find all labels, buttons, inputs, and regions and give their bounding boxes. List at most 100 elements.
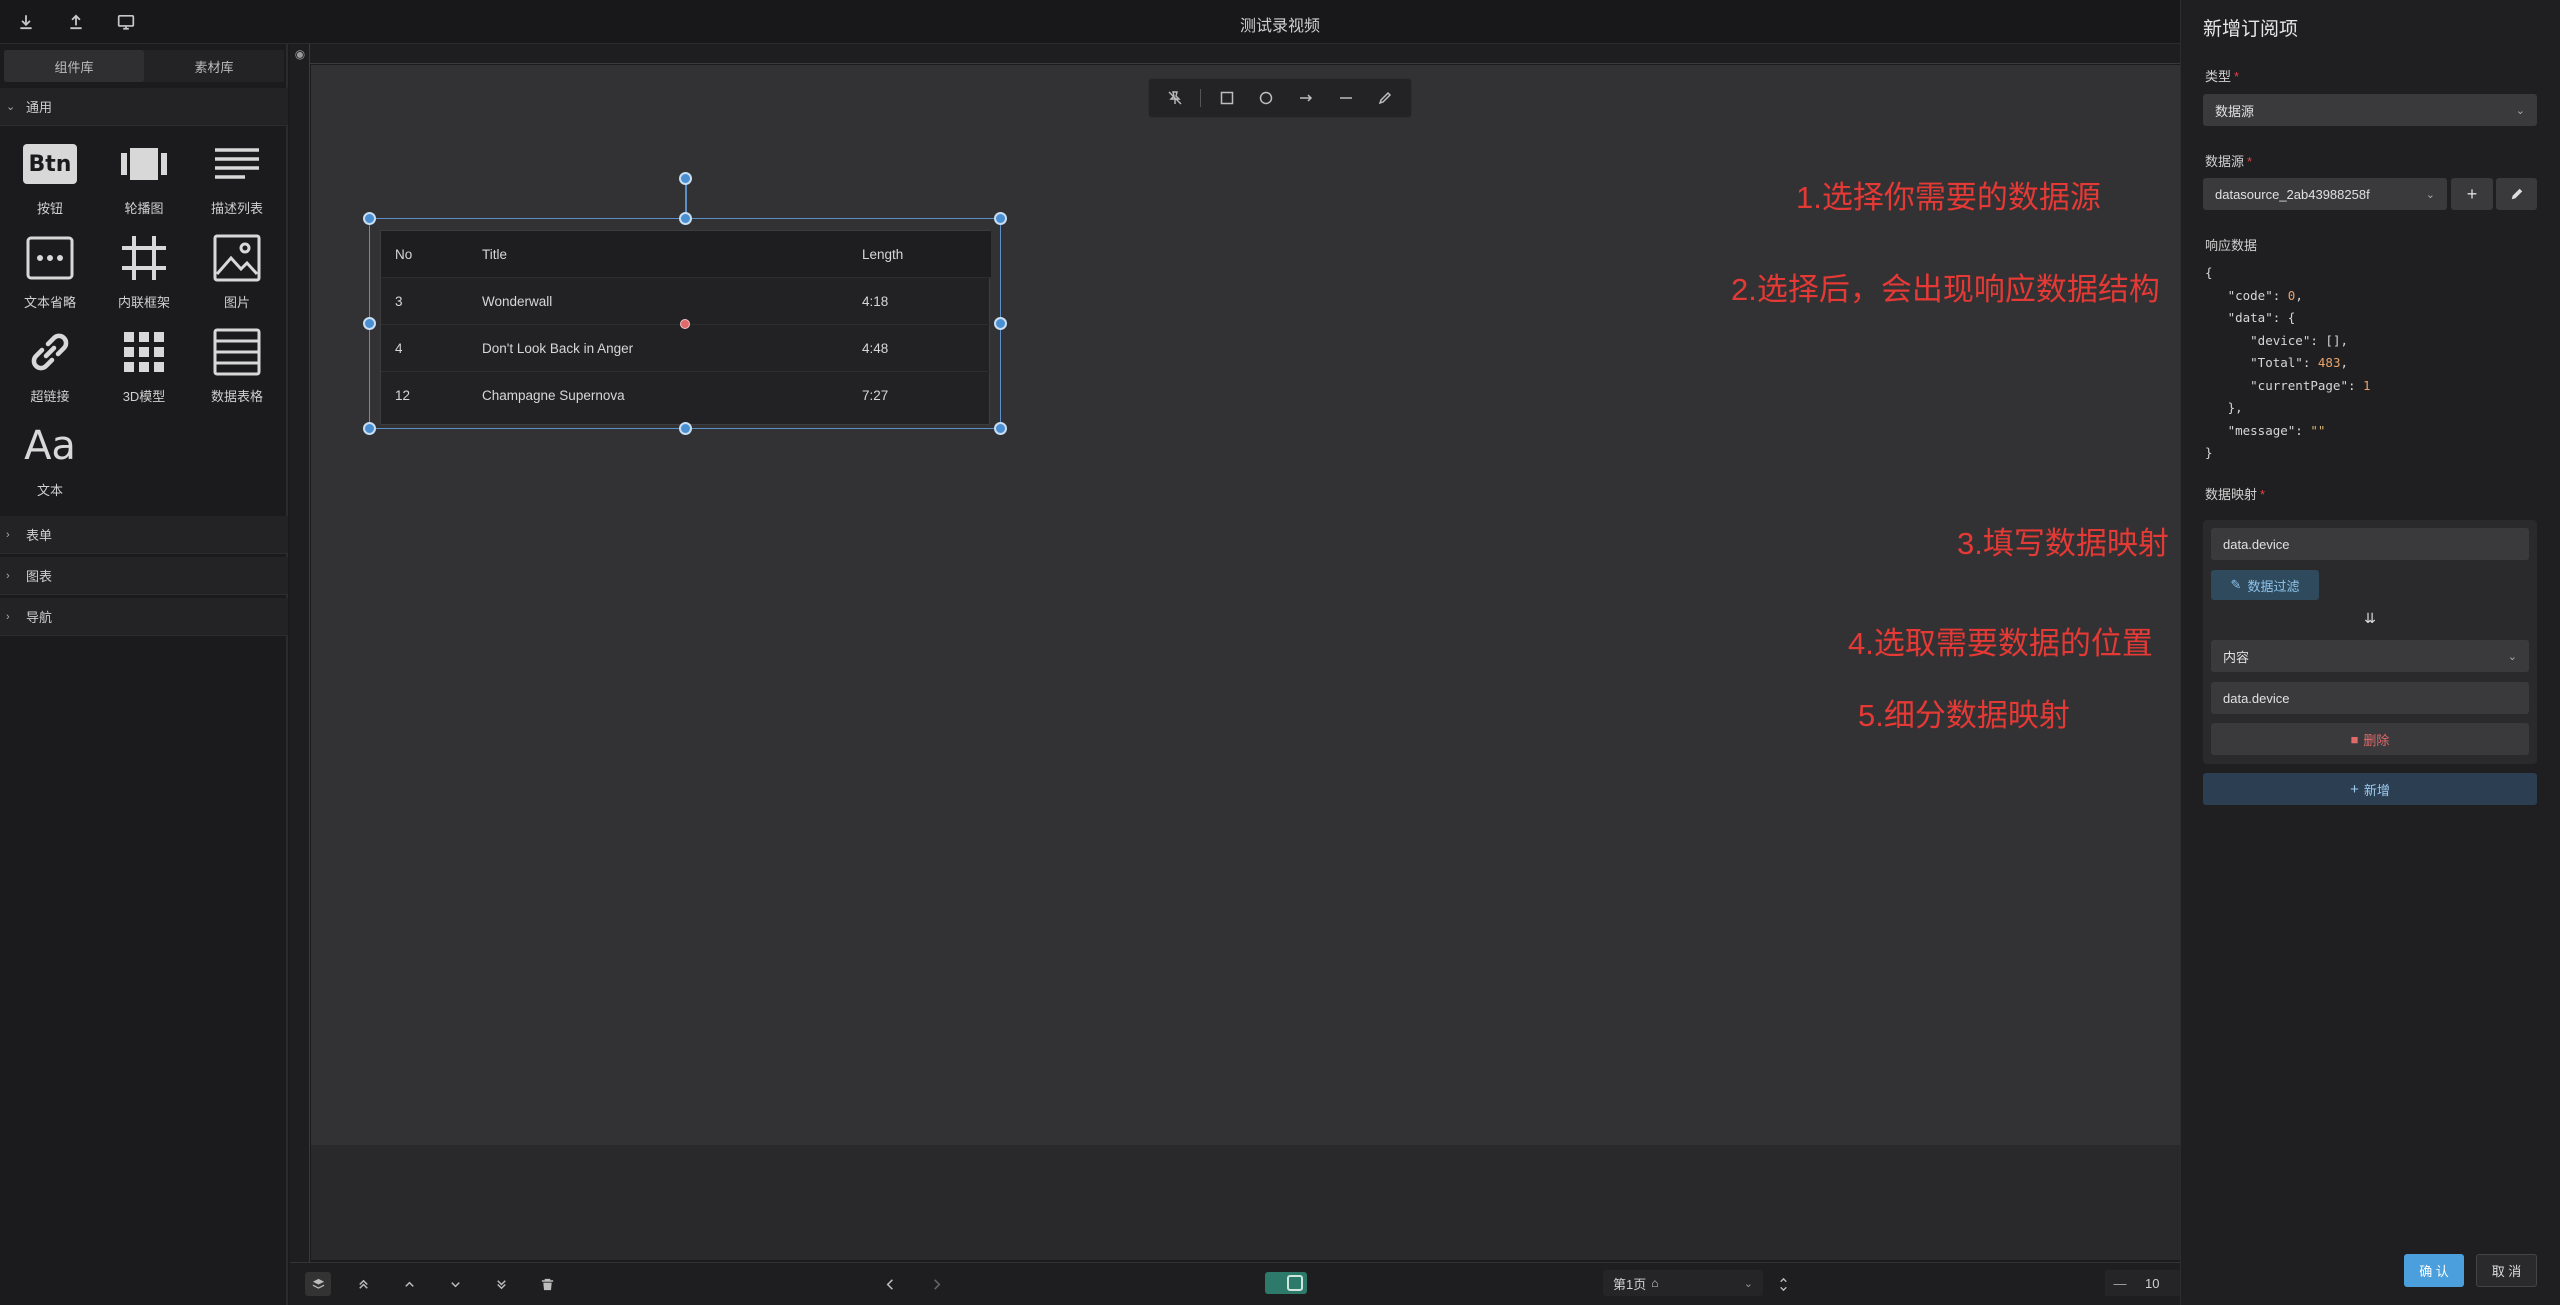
response-json: { "code": 0, "data": { "device": [], "To…: [2205, 265, 2371, 460]
next-page-icon[interactable]: [923, 1272, 949, 1296]
ruler-horizontal: [290, 44, 2180, 64]
annotation-step-1: 1.选择你需要的数据源: [1796, 180, 2101, 215]
subscription-panel: 新增订阅项 类型 * 数据源 ⌄ 数据源 * datasource_2ab43988…: [2180, 0, 2560, 1305]
text-icon: Aa: [22, 418, 78, 474]
mapping-source-input[interactable]: data.device: [2211, 528, 2529, 560]
prev-page-icon[interactable]: [877, 1272, 903, 1296]
zoom-out-button[interactable]: —: [2105, 1276, 2135, 1291]
pencil-icon: ✎: [2230, 577, 2242, 592]
chevron-down-icon: ⌄: [2425, 188, 2435, 201]
content-select-value: 内容: [2223, 649, 2250, 665]
iframe-icon: [116, 230, 172, 286]
resize-handle-se[interactable]: [994, 422, 1007, 435]
chevron-right-icon: ›: [6, 569, 10, 582]
component-label: 文本省略: [23, 295, 76, 310]
send-to-back-icon[interactable]: [488, 1272, 514, 1296]
datasource-label: 数据源 *: [2205, 154, 2253, 169]
component-3d-model[interactable]: 3D模型: [108, 324, 180, 412]
section-label: 通用: [26, 100, 53, 115]
component-text-ellipsis[interactable]: 文本省略: [14, 230, 86, 318]
tab-components[interactable]: 组件库: [4, 50, 144, 82]
component-image[interactable]: 图片: [201, 230, 273, 318]
expand-vertical-icon[interactable]: [1770, 1272, 1796, 1296]
pen-icon[interactable]: [1371, 84, 1399, 112]
json-device: []: [2325, 332, 2341, 348]
annotation-step-3: 3.填写数据映射: [1957, 526, 2169, 561]
chevron-down-icon: ⌄: [1743, 1277, 1753, 1290]
data-table-icon: [209, 324, 265, 380]
confirm-button[interactable]: 确 认: [2404, 1254, 2464, 1287]
cancel-button[interactable]: 取 消: [2476, 1254, 2537, 1287]
component-carousel[interactable]: 轮播图: [108, 136, 180, 224]
bring-forward-icon[interactable]: [396, 1272, 422, 1296]
annotation-step-2: 2.选择后，会出现响应数据结构: [1731, 272, 2160, 307]
edit-datasource-button[interactable]: [2496, 178, 2537, 210]
resize-handle-n[interactable]: [679, 212, 692, 225]
plus-icon: +: [2466, 183, 2478, 204]
circle-icon[interactable]: [1252, 84, 1280, 112]
component-text[interactable]: Aa 文本: [14, 418, 86, 506]
section-label: 图表: [26, 569, 53, 584]
pencil-icon: [2511, 188, 2522, 200]
layers-icon[interactable]: [305, 1272, 331, 1296]
resize-handle-w[interactable]: [363, 317, 376, 330]
line-icon[interactable]: [1332, 84, 1360, 112]
add-mapping-button[interactable]: + 新增: [2203, 773, 2537, 805]
rotate-handle[interactable]: [679, 172, 692, 185]
component-iframe[interactable]: 内联框架: [108, 230, 180, 318]
panel-title: 新增订阅项: [2203, 19, 2299, 40]
arrow-icon[interactable]: [1292, 84, 1320, 112]
component-label: 轮播图: [124, 201, 164, 216]
component-sidebar: 组件库 素材库 ⌄ 通用 Btn 按钮 轮播图 描述列表 文本省略 内联框架 图…: [0, 44, 288, 1305]
resize-handle-s[interactable]: [679, 422, 692, 435]
component-data-table[interactable]: 数据表格: [201, 324, 273, 412]
chevron-right-icon: ›: [6, 610, 10, 623]
send-backward-icon[interactable]: [442, 1272, 468, 1296]
btn-icon-text: Btn: [23, 144, 77, 184]
section-navigation[interactable]: › 导航: [0, 598, 288, 636]
page-select[interactable]: 第1页 ⌂ ⌄: [1603, 1270, 1763, 1296]
component-label: 数据表格: [210, 389, 263, 404]
add-datasource-button[interactable]: +: [2451, 178, 2493, 210]
center-point: [680, 319, 690, 329]
window-title: 测试录视频: [1239, 18, 1320, 35]
annotation-step-4: 4.选取需要数据的位置: [1848, 626, 2153, 661]
text-ellipsis-icon: [22, 230, 78, 286]
delete-mapping-button[interactable]: ■ 删除: [2211, 723, 2529, 755]
resize-handle-e[interactable]: [994, 317, 1007, 330]
data-filter-button[interactable]: ✎ 数据过滤: [2211, 570, 2319, 600]
section-general[interactable]: ⌄ 通用: [0, 88, 288, 126]
tab-materials[interactable]: 素材库: [144, 50, 284, 82]
view-toggle[interactable]: [1265, 1272, 1307, 1294]
resize-handle-sw[interactable]: [363, 422, 376, 435]
draw-toolbar: [1148, 78, 1412, 118]
mapping-target-input[interactable]: data.device: [2211, 682, 2529, 714]
eye-icon[interactable]: ◉: [292, 46, 308, 62]
content-select[interactable]: 内容 ⌄: [2211, 640, 2529, 672]
component-label: 按钮: [36, 201, 63, 216]
json-total: 483: [2317, 355, 2341, 370]
component-description-list[interactable]: 描述列表: [201, 136, 273, 224]
trash-icon[interactable]: [534, 1272, 560, 1296]
component-hyperlink[interactable]: 超链接: [14, 324, 86, 412]
chevron-right-icon: ›: [6, 528, 10, 541]
double-chevron-down-icon: ⇊: [2364, 610, 2376, 626]
chevron-down-icon: ⌄: [6, 101, 16, 113]
type-select[interactable]: 数据源 ⌄: [2203, 94, 2537, 126]
resize-handle-nw[interactable]: [363, 212, 376, 225]
carousel-icon: [116, 136, 172, 192]
component-label: 内联框架: [117, 295, 170, 310]
section-chart[interactable]: › 图表: [0, 557, 288, 595]
datasource-value: datasource_2ab43988258f: [2215, 186, 2370, 202]
chevron-down-icon: ⌄: [2515, 104, 2525, 117]
section-label: 表单: [26, 528, 53, 543]
chevron-down-icon: ⌄: [2507, 650, 2517, 663]
pin-off-icon[interactable]: [1161, 84, 1189, 112]
bring-to-front-icon[interactable]: [350, 1272, 376, 1296]
datasource-select[interactable]: datasource_2ab43988258f ⌄: [2203, 178, 2447, 210]
resize-handle-ne[interactable]: [994, 212, 1007, 225]
rectangle-icon[interactable]: [1213, 84, 1241, 112]
component-button[interactable]: Btn 按钮: [14, 136, 86, 224]
section-form[interactable]: › 表单: [0, 516, 288, 554]
zoom-control[interactable]: — 10: [2105, 1270, 2180, 1296]
